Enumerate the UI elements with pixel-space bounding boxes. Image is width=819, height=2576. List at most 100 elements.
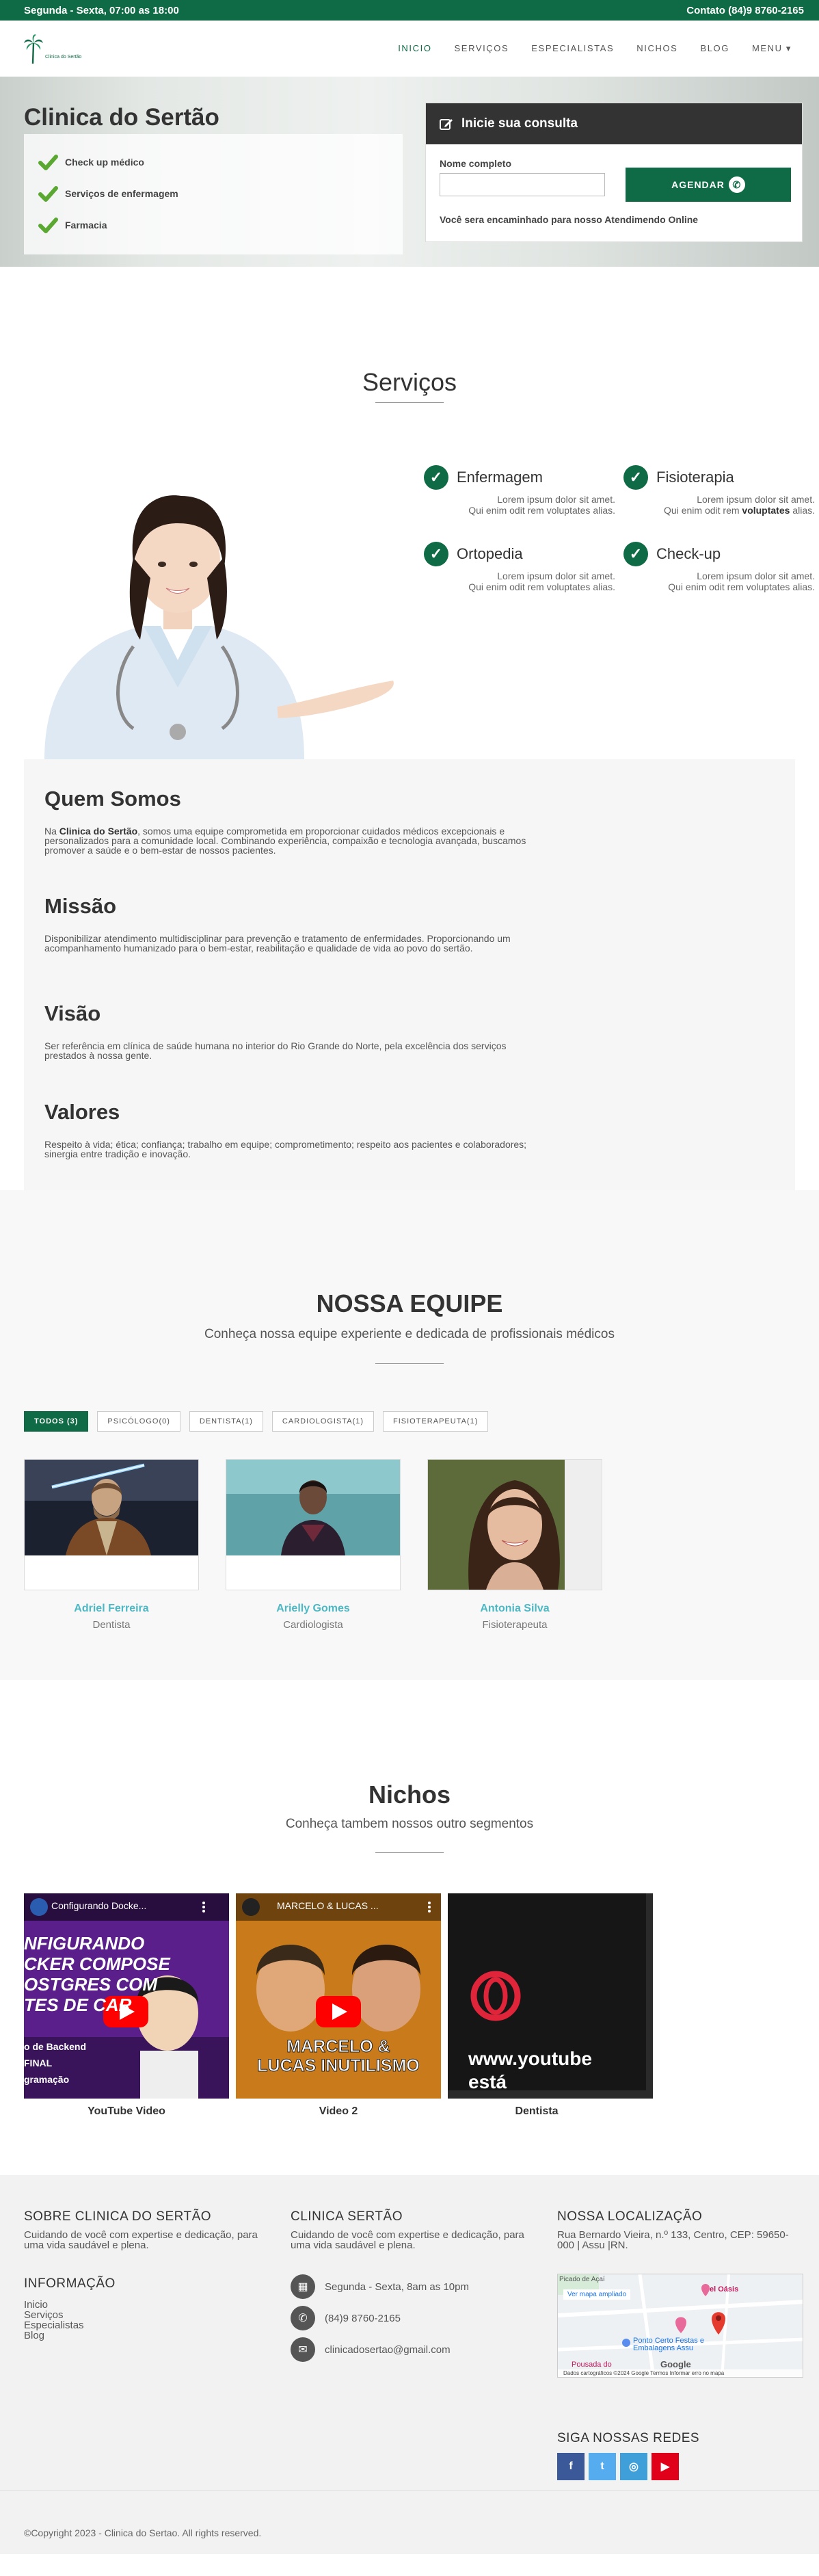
filter-fisioterapeuta[interactable]: FISIOTERAPEUTA(1): [383, 1411, 489, 1432]
social-links: f t ◎ ▶: [557, 2453, 679, 2480]
map-attribution: Dados cartográficos ©2024 Google Termos …: [563, 2370, 725, 2376]
footer-clinica-title: CLINICA SERTÃO: [291, 2209, 403, 2224]
service-desc-line2: Qui enim odit rem voluptates alias.: [468, 581, 615, 592]
redirect-note: Você sera encaminhado para nosso Atendim…: [440, 214, 699, 225]
twitter-icon[interactable]: t: [589, 2453, 616, 2480]
footer-email[interactable]: ✉ clinicadosertao@gmail.com: [291, 2334, 537, 2365]
consultation-form-header: Inicie sua consulta: [426, 103, 802, 144]
nav-item-inicio[interactable]: INICIO: [398, 43, 431, 54]
member-name[interactable]: Adriel Ferreira: [24, 1603, 199, 1615]
team-member-card[interactable]: Arielly Gomes Cardiologista: [226, 1459, 401, 1631]
nav-item-servicos[interactable]: SERVIÇOS: [455, 43, 509, 54]
check-circle-icon: ✓: [623, 465, 648, 490]
check-circle-icon: ✓: [623, 542, 648, 566]
youtube-icon[interactable]: ▶: [652, 2453, 679, 2480]
map-place-label: Pousada do: [572, 2361, 612, 2369]
checkmark-icon: [38, 218, 58, 233]
nav-item-menu-dropdown[interactable]: MENU ▾: [752, 43, 792, 54]
service-desc-line2: Qui enim odit rem voluptates alias.: [668, 581, 815, 592]
logo[interactable]: Clinica do Sertão: [24, 34, 81, 64]
facebook-icon[interactable]: f: [557, 2453, 585, 2480]
service-desc-bold: voluptates: [742, 505, 790, 516]
service-desc-line1: Lorem ipsum dolor sit amet.: [697, 494, 815, 505]
video-caption: YouTube Video: [88, 2105, 165, 2117]
filter-cardiologista[interactable]: CARDIOLOGISTA(1): [271, 1411, 375, 1432]
niches-title: Nichos: [368, 1780, 451, 1809]
hero-feature-label: Farmacia: [65, 220, 107, 231]
hero-feature-label: Check up médico: [65, 157, 144, 168]
video-overlay-text: NFIGURANDO CKER COMPOSE OSTGRES COM TES …: [24, 1933, 170, 2015]
quem-somos-text: Na Clinica do Sertão, somos uma equipe c…: [44, 826, 537, 855]
map-enlarge-link[interactable]: Ver mapa ampliado: [563, 2289, 631, 2300]
google-logo: Google: [660, 2359, 691, 2369]
team-member-card[interactable]: Antonia Silva Fisioterapeuta: [427, 1459, 602, 1631]
nav-item-nichos[interactable]: NICHOS: [636, 43, 677, 54]
visao-title: Visão: [44, 1001, 101, 1025]
member-name[interactable]: Antonia Silva: [427, 1603, 602, 1615]
video-header: Configurando Docke...: [51, 1900, 147, 1911]
footer-phone[interactable]: ✆ (84)9 8760-2165: [291, 2302, 537, 2334]
video-embed[interactable]: www.youtube está: [448, 1893, 653, 2099]
service-item-fisioterapia[interactable]: ✓ Fisioterapia Lorem ipsum dolor sit amet…: [623, 465, 815, 516]
phone-icon: ✆: [291, 2306, 315, 2330]
video-header: MARCELO & LUCAS ...: [277, 1900, 379, 1911]
footer: SOBRE CLINICA DO SERTÃO Cuidando de você…: [0, 2175, 819, 2554]
video-caption: Dentista: [515, 2105, 559, 2117]
footer-location-title: NOSSA LOCALIZAÇÃO: [557, 2209, 703, 2224]
video-embed[interactable]: MARCELO & LUCAS ... MARCELO & LUCAS INUT…: [236, 1893, 441, 2099]
visao-text: Ser referência em clínica de saúde human…: [44, 1040, 507, 1061]
contact-text: Contato (84)9 8760-2165: [686, 4, 804, 16]
member-name[interactable]: Arielly Gomes: [226, 1603, 401, 1615]
envelope-icon: ✉: [291, 2337, 315, 2362]
quem-somos-title: Quem Somos: [44, 787, 181, 811]
service-item-checkup[interactable]: ✓ Check-up Lorem ipsum dolor sit amet. Qui…: [623, 542, 815, 592]
section-divider: [375, 1852, 444, 1853]
member-photo: [428, 1460, 602, 1590]
section-divider: [375, 402, 444, 403]
service-desc-line2: Qui enim odit rem: [664, 505, 742, 516]
filter-psicologo[interactable]: PSICÓLOGO(0): [97, 1411, 180, 1432]
whatsapp-icon: ✆: [728, 176, 745, 193]
team-section: NOSSA EQUIPE Conheça nossa equipe experi…: [0, 1190, 819, 1680]
video-embed[interactable]: Configurando Docke... NFIGURANDO CKER CO…: [24, 1893, 229, 2099]
copyright-text: ©Copyright 2023 - Clinica do Sertao. All…: [24, 2527, 262, 2538]
nav-item-blog[interactable]: BLOG: [700, 43, 729, 54]
edit-icon: [440, 119, 453, 130]
schedule-button[interactable]: AGENDAR ✆: [626, 168, 791, 202]
service-desc-line2: Qui enim odit rem voluptates alias.: [468, 505, 615, 516]
niches-section: Nichos Conheça tambem nossos outro segme…: [0, 1680, 819, 2175]
team-filters: TODOS (3) PSICÓLOGO(0) DENTISTA(1) CARDI…: [24, 1411, 489, 1432]
location-map[interactable]: Ver mapa ampliado Picado de Açaí el Oási…: [557, 2274, 803, 2378]
hero-feature-item: Serviços de enfermagem: [38, 178, 389, 209]
service-description: Lorem ipsum dolor sit amet. Qui enim odit…: [424, 494, 615, 516]
footer-link-inicio[interactable]: Inicio: [24, 2300, 270, 2310]
team-member-card[interactable]: Adriel Ferreira Dentista: [24, 1459, 199, 1631]
footer-link-blog[interactable]: Blog: [24, 2330, 270, 2341]
instagram-icon[interactable]: ◎: [620, 2453, 647, 2480]
footer-link-especialistas[interactable]: Especialistas: [24, 2320, 270, 2330]
name-input[interactable]: [440, 173, 605, 196]
footer-info-title: INFORMAÇÃO: [24, 2276, 116, 2291]
video-overlay-text: www.youtube está: [468, 2048, 592, 2092]
hero-feature-label: Serviços de enfermagem: [65, 188, 178, 199]
service-item-enfermagem[interactable]: ✓ Enfermagem Lorem ipsum dolor sit amet. Q…: [424, 465, 615, 516]
member-role: Cardiologista: [283, 1619, 343, 1631]
nav-item-especialistas[interactable]: ESPECIALISTAS: [531, 43, 614, 54]
consultation-form: Inicie sua consulta Nome completo AGENDA…: [425, 103, 803, 242]
footer-about-title: SOBRE CLINICA DO SERTÃO: [24, 2209, 212, 2224]
name-field-label: Nome completo: [440, 158, 512, 169]
about-quem-somos: Quem Somos Na Clinica do Sertão, somos u…: [44, 787, 537, 855]
filter-todos[interactable]: TODOS (3): [24, 1411, 89, 1432]
filter-dentista[interactable]: DENTISTA(1): [189, 1411, 263, 1432]
about-visao: Visão Ser referência em clínica de saúde…: [44, 1001, 537, 1060]
footer-about: SOBRE CLINICA DO SERTÃO Cuidando de você…: [24, 2209, 270, 2341]
footer-clinica: CLINICA SERTÃO Cuidando de você com expe…: [291, 2209, 537, 2365]
service-item-ortopedia[interactable]: ✓ Ortopedia Lorem ipsum dolor sit amet. Qu…: [424, 542, 615, 592]
map-place-label: Picado de Açaí: [559, 2276, 605, 2283]
about-missao: Missão Disponibilizar atendimento multid…: [44, 894, 537, 953]
footer-link-servicos[interactable]: Serviços: [24, 2310, 270, 2320]
valores-text: Respeito à vida; ética; confiança; traba…: [44, 1139, 527, 1159]
about-section: Quem Somos Na Clinica do Sertão, somos u…: [24, 759, 795, 1190]
member-role: Fisioterapeuta: [482, 1619, 548, 1631]
service-desc-line1: Lorem ipsum dolor sit amet.: [497, 494, 615, 505]
